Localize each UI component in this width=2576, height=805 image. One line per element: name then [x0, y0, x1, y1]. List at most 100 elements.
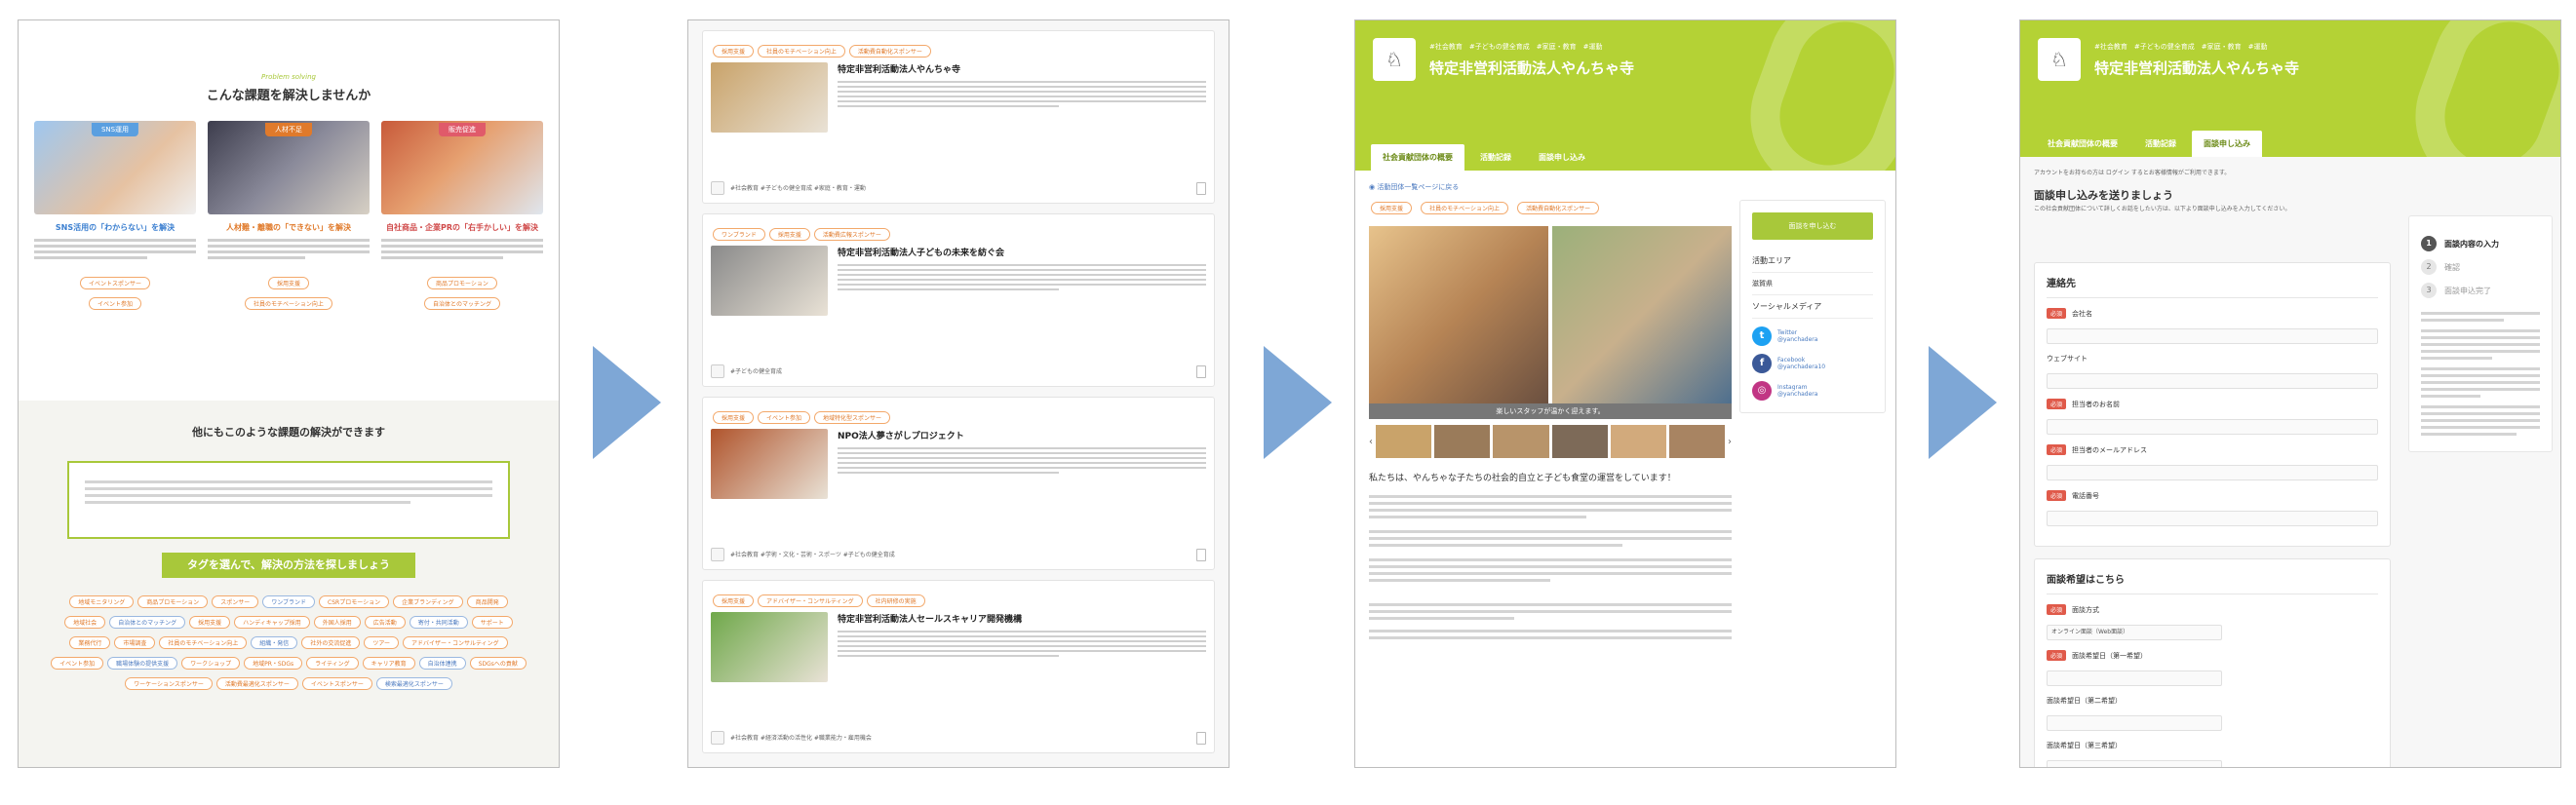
website-input[interactable]: [2047, 373, 2378, 389]
tag-pill[interactable]: ツアー: [364, 636, 399, 649]
tag-pill[interactable]: ライティング: [306, 657, 359, 670]
tag-pill[interactable]: スポンサー: [212, 595, 259, 608]
tag-pill[interactable]: 地域PR・SDGs: [244, 657, 303, 670]
contact-name-input[interactable]: [2047, 419, 2378, 435]
tag-pill[interactable]: 自治体とのマッチング: [109, 616, 186, 629]
tag-pill[interactable]: 採用支援: [1371, 202, 1413, 214]
card-title[interactable]: NPO法人夢さがしプロジェクト: [838, 429, 1206, 441]
date-second-input[interactable]: [2047, 715, 2222, 731]
tag-pill[interactable]: SDGsへの貢献: [469, 657, 527, 670]
tag-pill[interactable]: イベント参加: [51, 657, 104, 670]
thumbnail[interactable]: [1434, 425, 1491, 458]
chevron-right-icon[interactable]: ›: [1728, 437, 1732, 447]
tag-pill[interactable]: 採用支援: [713, 411, 755, 424]
company-name-input[interactable]: [2047, 328, 2378, 344]
tag-pill[interactable]: 活動費広報スポンサー: [813, 228, 890, 241]
card-image[interactable]: [711, 612, 828, 682]
bookmark-icon[interactable]: [1196, 181, 1206, 195]
tag-pill[interactable]: イベントスポンサー: [301, 677, 372, 690]
tag-pill[interactable]: 採用支援: [768, 228, 810, 241]
thumbnail[interactable]: [1551, 425, 1608, 458]
bookmark-icon[interactable]: [1196, 364, 1206, 378]
tab-activity-log[interactable]: 活動記録: [1468, 144, 1523, 171]
tag-pill[interactable]: 社員のモチベーション向上: [159, 636, 248, 649]
thumbnail[interactable]: [1376, 425, 1432, 458]
tag-pill[interactable]: CSRプロモーション: [319, 595, 390, 608]
org-card[interactable]: 採用支援 アドバイザー・コンサルティング 社内研修の実施特定非営利活動法人セールスキ…: [702, 580, 1215, 753]
tag-pill[interactable]: 活動費自動化スポンサー: [1517, 202, 1600, 214]
date-third-input[interactable]: [2047, 760, 2222, 767]
tag-pill[interactable]: 社外の交流促進: [301, 636, 361, 649]
tag-pill[interactable]: 社員のモチベーション向上: [245, 297, 332, 310]
tag-pill[interactable]: 商品開発: [466, 595, 508, 608]
tag-pill[interactable]: 採用支援: [713, 594, 755, 607]
card-image[interactable]: [711, 429, 828, 499]
tag-pill[interactable]: 社内研修の実施: [866, 594, 925, 607]
request-meeting-button[interactable]: 面談を申し込む: [1752, 212, 1873, 240]
tab-meeting-request[interactable]: 面談申し込み: [2192, 131, 2262, 157]
tag-pill[interactable]: ハンディキャップ採用: [234, 616, 310, 629]
tab-meeting-request[interactable]: 面談申し込み: [1527, 144, 1597, 171]
tag-pill[interactable]: 採用支援: [189, 616, 231, 629]
card-title[interactable]: 特定非営利活動法人子どもの未来を紡ぐ会: [838, 246, 1206, 258]
tag-pill[interactable]: ワーケーションスポンサー: [125, 677, 213, 690]
tag-pill[interactable]: イベント参加: [758, 411, 811, 424]
org-card[interactable]: ワンブランド 採用支援 活動費広報スポンサー 特定非営利活動法人子どもの未来を紡ぐ会 #…: [702, 213, 1215, 387]
tag-pill[interactable]: アドバイザー・コンサルティング: [758, 594, 863, 607]
meeting-method-select[interactable]: オンライン面談（Web面談）: [2047, 625, 2222, 640]
thumbnail[interactable]: [1668, 425, 1726, 458]
card-title[interactable]: 特定非営利活動法人セールスキャリア開発機構: [838, 612, 1206, 625]
social-link-facebook[interactable]: f Facebook @yanchadera10: [1752, 354, 1873, 373]
chevron-left-icon[interactable]: ‹: [1369, 437, 1373, 447]
card-image[interactable]: [711, 246, 828, 316]
tag-pill[interactable]: 自治体連携: [418, 657, 466, 670]
bookmark-icon[interactable]: [1196, 731, 1206, 745]
tag-pill[interactable]: ワークショップ: [181, 657, 241, 670]
card-image[interactable]: [711, 62, 828, 133]
tag-pill[interactable]: 活動費自動化スポンサー: [848, 45, 931, 58]
tag-pill[interactable]: 社員のモチベーション向上: [1421, 202, 1508, 214]
tag-pill[interactable]: 地域モニタリング: [69, 595, 135, 608]
login-notice: アカウントをお持ちの方は ログイン するとお客様情報がご利用できます。: [2034, 170, 2231, 176]
tag-pill[interactable]: 自治体とのマッチング: [424, 297, 500, 310]
org-card[interactable]: 採用支援 イベント参加 地域特化型スポンサー NPO法人夢さがしプロジェクト #社会教育…: [702, 397, 1215, 570]
tag-pill[interactable]: 検索最適化スポンサー: [375, 677, 452, 690]
tag-pill[interactable]: キャリア教育: [362, 657, 415, 670]
email-input[interactable]: [2047, 465, 2378, 480]
tag-pill[interactable]: 社員のモチベーション向上: [758, 45, 845, 58]
tag-pill[interactable]: 職場体験の提供支援: [107, 657, 178, 670]
card-title[interactable]: 特定非営利活動法人やんちゃ寺: [838, 62, 1206, 75]
bookmark-icon[interactable]: [1196, 548, 1206, 561]
tag-pill[interactable]: 商品プロモーション: [137, 595, 209, 608]
back-to-list-link[interactable]: ◉ 活動団体一覧ページに戻る: [1369, 182, 1882, 192]
thumbnail[interactable]: [1610, 425, 1666, 458]
social-link-instagram[interactable]: ◎ Instagram @yanchadera: [1752, 381, 1873, 401]
tag-pill[interactable]: 商品プロモーション: [427, 277, 497, 289]
tag-pill[interactable]: サポート: [471, 616, 513, 629]
social-link-twitter[interactable]: t Twitter @yanchadera: [1752, 326, 1873, 346]
tab-overview[interactable]: 社会貢献団体の概要: [2036, 131, 2129, 157]
tag-pill[interactable]: 広告活動: [364, 616, 406, 629]
tag-pill[interactable]: イベント参加: [88, 297, 141, 310]
tag-pill[interactable]: 企業ブランディング: [393, 595, 463, 608]
tag-pill[interactable]: 採用支援: [267, 277, 309, 289]
tag-pill[interactable]: 寄付・共同活動: [409, 616, 468, 629]
tag-pill[interactable]: イベントスポンサー: [79, 277, 150, 289]
tag-pill[interactable]: 業務代行: [69, 636, 111, 649]
tag-pill[interactable]: 組織・発信: [251, 636, 298, 649]
tag-pill[interactable]: 外国人採用: [313, 616, 361, 629]
tag-pill[interactable]: アドバイザー・コンサルティング: [402, 636, 508, 649]
tag-pill[interactable]: ワンブランド: [713, 228, 765, 241]
tag-pill[interactable]: 地域社会: [64, 616, 106, 629]
tag-pill[interactable]: 地域特化型スポンサー: [814, 411, 891, 424]
date-first-input[interactable]: [2047, 671, 2222, 686]
tab-activity-log[interactable]: 活動記録: [2133, 131, 2188, 157]
phone-input[interactable]: [2047, 511, 2378, 526]
thumbnail[interactable]: [1493, 425, 1549, 458]
tag-pill[interactable]: 市場調査: [114, 636, 156, 649]
tag-pill[interactable]: ワンブランド: [262, 595, 316, 608]
tag-pill[interactable]: 活動費最適化スポンサー: [215, 677, 298, 690]
org-card[interactable]: 採用支援 社員のモチベーション向上 活動費自動化スポンサー特定非営利活動法人やんちゃ…: [702, 30, 1215, 204]
tab-overview[interactable]: 社会貢献団体の概要: [1371, 144, 1464, 171]
tag-pill[interactable]: 採用支援: [713, 45, 755, 58]
